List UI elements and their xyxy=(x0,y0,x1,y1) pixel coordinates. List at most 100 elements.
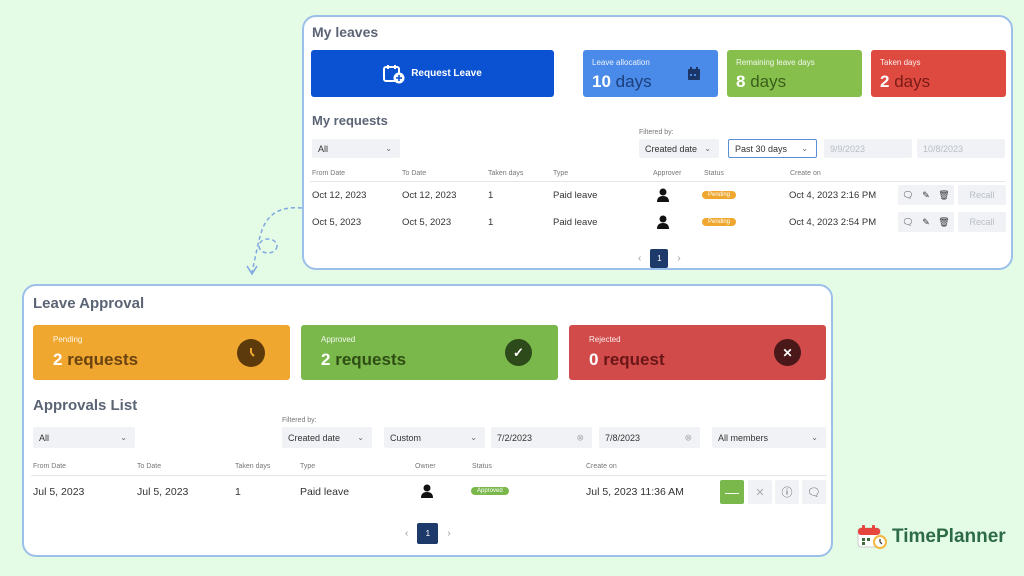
members-select[interactable]: All members ⌄ xyxy=(712,427,826,448)
status-badge: Pending xyxy=(702,191,737,199)
card-value: 10 days xyxy=(592,72,652,91)
status-badge: Approved xyxy=(471,487,509,495)
calendar-plus-icon xyxy=(383,64,405,83)
approve-minus-button[interactable]: — xyxy=(720,480,744,504)
leave-allocation-card: Leave allocation 10 days xyxy=(583,50,718,97)
col-status: Status xyxy=(704,170,724,177)
cell-type: Paid leave xyxy=(300,486,350,498)
next-page-button[interactable]: › xyxy=(677,253,680,264)
status-badge: Pending xyxy=(702,218,737,226)
card-value: 2 requests xyxy=(321,350,407,369)
person-icon xyxy=(657,215,669,229)
x-icon: ✕ xyxy=(774,339,801,366)
col-create-on[interactable]: Create on xyxy=(790,170,821,177)
card-label: Leave allocation xyxy=(592,58,650,67)
comment-icon[interactable]: 🗨 xyxy=(902,190,913,201)
chevron-down-icon: ⌄ xyxy=(470,432,477,442)
clear-icon[interactable]: ⊗ xyxy=(684,432,692,443)
table-header-divider xyxy=(310,181,1005,182)
clock-icon xyxy=(237,339,265,367)
comment-icon[interactable]: 🗨 xyxy=(902,217,913,228)
date-range-select[interactable]: Past 30 days ⌄ xyxy=(728,139,817,158)
card-label: Remaining leave days xyxy=(736,58,815,67)
brand-name: TimePlanner xyxy=(892,526,1006,547)
chevron-down-icon: ⌄ xyxy=(385,143,392,153)
cell-created: Jul 5, 2023 11:36 AM xyxy=(586,486,684,498)
row-actions: 🗨 ✎ 🗑 xyxy=(898,185,954,205)
card-value: 0 request xyxy=(589,350,665,369)
trash-icon[interactable]: 🗑 xyxy=(938,190,949,201)
cell-from: Oct 5, 2023 xyxy=(312,217,362,228)
person-icon xyxy=(657,188,669,202)
card-label: Rejected xyxy=(589,335,621,344)
to-date-input[interactable]: 10/8/2023 xyxy=(917,139,1005,158)
col-from-date[interactable]: From Date xyxy=(312,170,345,177)
chevron-down-icon: ⌄ xyxy=(357,432,364,442)
col-taken-days: Taken days xyxy=(235,463,271,470)
prev-page-button[interactable]: ‹ xyxy=(405,528,408,539)
next-page-button[interactable]: › xyxy=(447,528,450,539)
cell-created: Oct 4, 2023 2:54 PM xyxy=(789,217,877,228)
recall-button[interactable]: Recall xyxy=(958,212,1006,232)
comment-button[interactable]: 🗨 xyxy=(802,480,826,504)
rejected-card[interactable]: Rejected 0 request ✕ xyxy=(569,325,826,380)
filtered-by-label: Filtered by: xyxy=(639,129,674,136)
approvals-range-select[interactable]: Custom ⌄ xyxy=(384,427,485,448)
col-approver: Approver xyxy=(653,170,682,177)
card-label: Approved xyxy=(321,335,356,344)
info-icon: ⓘ xyxy=(781,487,793,499)
col-to-date[interactable]: To Date xyxy=(402,170,426,177)
comment-icon: 🗨 xyxy=(807,486,821,499)
edit-icon[interactable]: ✎ xyxy=(922,190,930,201)
calendar-icon xyxy=(688,67,700,80)
cell-type: Paid leave xyxy=(553,190,598,201)
filter-field-select[interactable]: Created date ⌄ xyxy=(639,139,719,158)
trash-icon[interactable]: 🗑 xyxy=(938,217,949,228)
col-to-date[interactable]: To Date xyxy=(137,463,161,470)
person-icon xyxy=(421,484,433,498)
brand-logo: TimePlanner xyxy=(857,524,1006,550)
pending-card[interactable]: Pending 2 requests xyxy=(33,325,290,380)
card-label: Taken days xyxy=(880,58,921,67)
filtered-by-label: Filtered by: xyxy=(282,417,317,424)
taken-days-card: Taken days 2 days xyxy=(871,50,1006,97)
type-filter-select[interactable]: All ⌄ xyxy=(312,139,400,158)
reject-button[interactable]: ✕ xyxy=(748,480,772,504)
cell-to: Oct 5, 2023 xyxy=(402,217,452,228)
col-status: Status xyxy=(472,463,492,470)
col-owner: Owner xyxy=(415,463,436,470)
col-create-on[interactable]: Create on xyxy=(586,463,617,470)
prev-page-button[interactable]: ‹ xyxy=(638,253,641,264)
table-header-divider xyxy=(31,475,827,476)
col-from-date[interactable]: From Date xyxy=(33,463,66,470)
approved-card[interactable]: Approved 2 requests ✓ xyxy=(301,325,558,380)
clear-icon[interactable]: ⊗ xyxy=(576,432,584,443)
pagination: ‹ 1 › xyxy=(405,523,451,544)
approvals-filter-field[interactable]: Created date ⌄ xyxy=(282,427,372,448)
approvals-to-date[interactable]: 7/8/2023 ⊗ xyxy=(599,427,700,448)
from-date-input[interactable]: 9/9/2023 xyxy=(824,139,912,158)
request-leave-button[interactable]: Request Leave xyxy=(311,50,554,97)
remaining-days-card: Remaining leave days 8 days xyxy=(727,50,862,97)
edit-icon[interactable]: ✎ xyxy=(922,217,930,228)
recall-button[interactable]: Recall xyxy=(958,185,1006,205)
leave-approval-panel: Leave Approval Pending 2 requests Approv… xyxy=(22,284,833,557)
card-value: 2 days xyxy=(880,72,931,91)
cell-to: Oct 12, 2023 xyxy=(402,190,457,201)
page-1-button[interactable]: 1 xyxy=(417,523,439,544)
approvals-from-date[interactable]: 7/2/2023 ⊗ xyxy=(491,427,592,448)
chevron-down-icon: ⌄ xyxy=(120,432,127,442)
chevron-down-icon: ⌄ xyxy=(704,143,711,153)
leave-approval-title: Leave Approval xyxy=(33,295,145,312)
chevron-down-icon: ⌄ xyxy=(801,143,808,153)
cell-created: Oct 4, 2023 2:16 PM xyxy=(789,190,877,201)
chevron-down-icon: ⌄ xyxy=(811,432,818,442)
info-button[interactable]: ⓘ xyxy=(775,480,799,504)
my-leaves-panel: My leaves Request Leave Leave allocation… xyxy=(302,15,1013,270)
approvals-list-title: Approvals List xyxy=(33,397,138,414)
page-1-button[interactable]: 1 xyxy=(650,249,669,268)
card-value: 8 days xyxy=(736,72,787,91)
approvals-type-filter[interactable]: All ⌄ xyxy=(33,427,135,448)
col-taken-days: Taken days xyxy=(488,170,524,177)
dashed-arrow-decoration xyxy=(246,206,303,276)
